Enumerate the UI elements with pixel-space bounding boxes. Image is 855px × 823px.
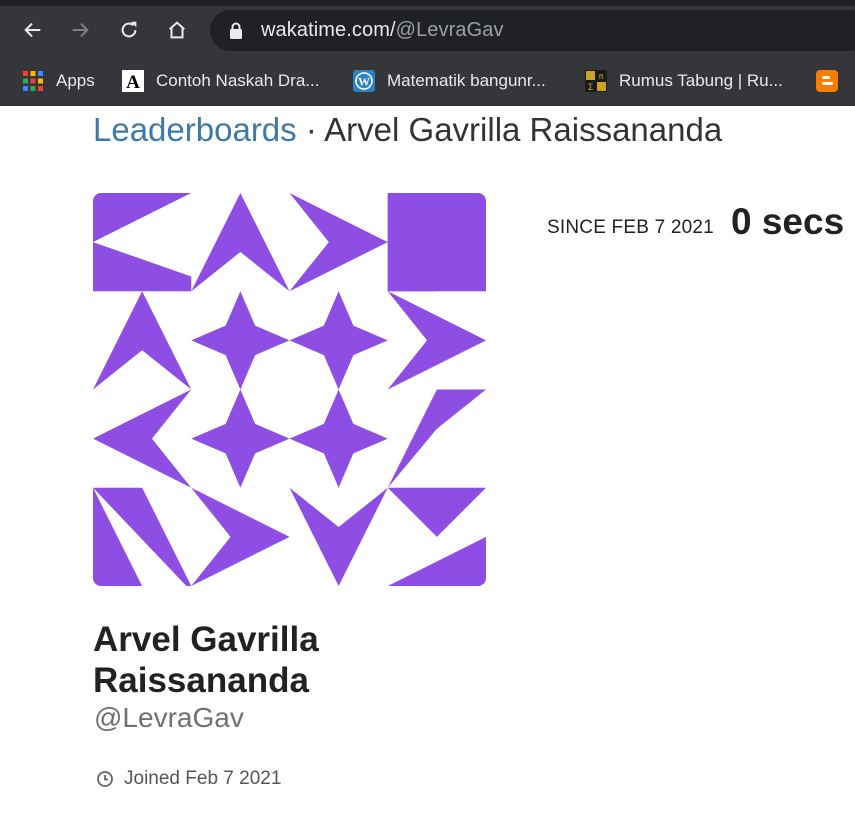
clock-icon xyxy=(97,771,113,787)
reload-icon[interactable] xyxy=(113,14,145,46)
profile-full-name: Arvel Gavrilla Raissananda xyxy=(93,620,319,700)
joined-date: Joined Feb 7 2021 xyxy=(96,768,281,790)
address-bar[interactable]: wakatime.com/@LevraGav xyxy=(210,10,855,51)
svg-text:π: π xyxy=(599,72,604,81)
letter-a-icon: A xyxy=(122,70,144,93)
bookmark-label: Apps xyxy=(56,71,95,90)
blogger-icon xyxy=(816,70,838,92)
forward-icon[interactable] xyxy=(64,14,96,46)
bookmark-blogger[interactable] xyxy=(816,67,850,95)
browser-toolbar: wakatime.com/@LevraGav xyxy=(0,0,855,58)
home-icon[interactable] xyxy=(161,14,193,46)
joined-text: Joined Feb 7 2021 xyxy=(124,768,282,789)
bookmark-label: Contoh Naskah Dra... xyxy=(156,71,320,90)
svg-text:Σ: Σ xyxy=(588,83,594,92)
wordpress-icon: W xyxy=(353,70,375,92)
math-symbols-icon: π Σ xyxy=(585,70,607,93)
svg-text:W: W xyxy=(358,75,370,89)
bookmark-contoh-naskah[interactable]: A Contoh Naskah Dra... xyxy=(122,67,319,95)
breadcrumb-leaderboards-link[interactable]: Leaderboards xyxy=(93,111,297,148)
back-icon[interactable] xyxy=(17,14,49,46)
url-text: wakatime.com/@LevraGav xyxy=(261,19,504,41)
breadcrumb: Leaderboards · Arvel Gavrilla Raissanand… xyxy=(93,111,722,149)
bookmark-rumus-tabung[interactable]: π Σ Rumus Tabung | Ru... xyxy=(585,67,783,95)
breadcrumb-current: Arvel Gavrilla Raissananda xyxy=(324,111,723,148)
avatar xyxy=(93,193,486,586)
breadcrumb-separator: · xyxy=(296,111,325,148)
bookmarks-bar: Apps A Contoh Naskah Dra... W Matematik … xyxy=(0,58,855,106)
profile-username: @LevraGav xyxy=(94,702,244,733)
bookmark-label: Rumus Tabung | Ru... xyxy=(619,71,783,90)
apps-grid-icon xyxy=(22,70,44,92)
svg-text:A: A xyxy=(126,72,140,92)
lock-icon xyxy=(230,22,242,39)
since-label: SINCE FEB 7 2021 xyxy=(547,217,714,238)
tab-strip xyxy=(0,0,855,6)
total-coding-time: 0 secs xyxy=(731,201,845,242)
bookmark-matematik[interactable]: W Matematik bangunr... xyxy=(353,67,546,95)
bookmark-label: Matematik bangunr... xyxy=(387,71,546,90)
bookmark-apps[interactable]: Apps xyxy=(22,67,95,95)
